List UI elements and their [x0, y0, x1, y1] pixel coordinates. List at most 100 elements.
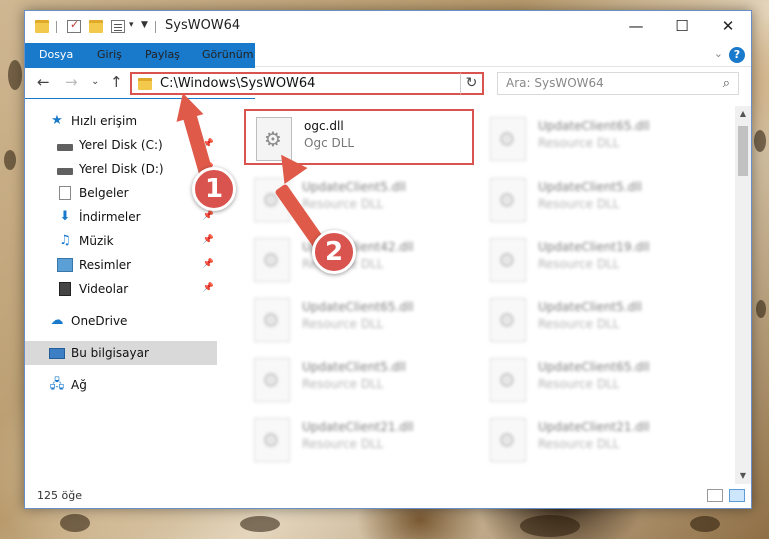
address-bar[interactable]: C:\Windows\SysWOW64 ⌄ [130, 72, 480, 95]
dll-file-icon [490, 298, 526, 342]
cloud-icon: ☁ [50, 313, 64, 328]
file-item[interactable]: UpdateClient5.dll Resource DLL [480, 292, 710, 348]
vertical-scrollbar[interactable]: ▲ ▼ [735, 106, 751, 484]
back-arrow-icon[interactable]: ← [37, 73, 50, 91]
dll-file-icon [254, 418, 290, 462]
file-item[interactable]: UpdateClient21.dll Resource DLL [480, 412, 710, 468]
file-name: ogc.dll [304, 119, 344, 133]
drive-icon [57, 168, 73, 175]
file-item[interactable]: UpdateClient65.dll Resource DLL [244, 292, 474, 348]
maximize-button[interactable]: ☐ [659, 11, 705, 41]
search-icon[interactable]: ⌕ [723, 76, 730, 91]
dll-file-icon [490, 117, 526, 161]
sidebar-item-pictures[interactable]: Resimler 📌 [25, 253, 217, 277]
file-name: UpdateClient65.dll [538, 360, 650, 374]
sidebar-item-label: Müzik [79, 234, 114, 248]
separator [155, 21, 156, 33]
dll-file-icon [254, 358, 290, 402]
large-icons-view-icon[interactable] [729, 489, 745, 502]
navigation-pane: ★ Hızlı erişim Yerel Disk (C:) 📌 Yerel D… [25, 106, 217, 484]
scroll-down-icon[interactable]: ▼ [735, 468, 751, 484]
minimize-button[interactable]: — [613, 11, 659, 41]
expand-ribbon-icon[interactable]: ⌄ [714, 47, 723, 60]
explorer-window: ▾ ▼ SysWOW64 — ☐ ✕ Dosya Giriş Paylaş Gö… [24, 10, 752, 509]
annotation-badge-1: 1 [192, 167, 236, 211]
downloads-icon: ⬇ [59, 209, 71, 224]
file-name: UpdateClient21.dll [538, 420, 650, 434]
pin-icon[interactable]: 📌 [203, 283, 214, 293]
file-item[interactable]: UpdateClient65.dll Resource DLL [480, 111, 710, 167]
sidebar-item-documents[interactable]: Belgeler 📌 [25, 181, 217, 205]
tab-view[interactable]: Görünüm [190, 43, 265, 67]
sidebar-item-music[interactable]: ♫ Müzik 📌 [25, 229, 217, 253]
sidebar-item-this-pc[interactable]: Bu bilgisayar [25, 341, 217, 365]
pin-icon[interactable]: 📌 [203, 211, 214, 221]
sidebar-item-network[interactable]: 🖧 Ağ [25, 373, 217, 397]
file-item[interactable]: UpdateClient21.dll Resource DLL [244, 412, 474, 468]
file-item[interactable]: UpdateClient5.dll Resource DLL [244, 352, 474, 408]
customize-toolbar-icon[interactable]: ▼ [141, 20, 148, 30]
sidebar-item-local-disk-d[interactable]: Yerel Disk (D:) 📌 [25, 157, 217, 181]
file-type: Resource DLL [302, 317, 384, 331]
file-type: Resource DLL [538, 377, 620, 391]
file-item[interactable]: UpdateClient19.dll Resource DLL [480, 232, 710, 288]
folder-icon [35, 20, 49, 33]
file-name: UpdateClient5.dll [302, 360, 406, 374]
address-path[interactable]: C:\Windows\SysWOW64 [160, 76, 315, 91]
tab-share[interactable]: Paylaş [133, 43, 192, 67]
file-name: UpdateClient65.dll [538, 119, 650, 133]
sidebar-item-label: Hızlı erişim [71, 114, 138, 128]
file-type: Resource DLL [302, 377, 384, 391]
file-item[interactable]: UpdateClient5.dll Resource DLL [480, 172, 710, 228]
sidebar-item-videos[interactable]: Videolar 📌 [25, 277, 217, 301]
window-title: SysWOW64 [165, 18, 241, 33]
forward-arrow-icon[interactable]: → [65, 73, 78, 91]
recent-locations-icon[interactable]: ⌄ [91, 76, 99, 87]
status-bar: 125 öğe [25, 484, 751, 508]
properties-check-icon[interactable] [67, 18, 81, 33]
music-icon: ♫ [59, 233, 71, 248]
file-type: Resource DLL [538, 437, 620, 451]
file-type: Resource DLL [302, 197, 384, 211]
chevron-down-icon[interactable]: ▾ [129, 20, 134, 30]
dll-file-icon [254, 298, 290, 342]
sidebar-item-label: OneDrive [71, 314, 128, 328]
sidebar-item-label: Videolar [79, 282, 129, 296]
sidebar-item-label: Bu bilgisayar [71, 346, 149, 360]
search-input[interactable]: Ara: SysWOW64 ⌕ [497, 72, 739, 95]
file-type: Resource DLL [538, 136, 620, 150]
new-folder-icon[interactable] [89, 20, 103, 33]
pin-icon[interactable]: 📌 [203, 235, 214, 245]
tab-home[interactable]: Giriş [85, 43, 134, 67]
scrollbar-thumb[interactable] [738, 126, 748, 176]
scroll-up-icon[interactable]: ▲ [735, 106, 751, 122]
ribbon-tabs: Dosya Giriş Paylaş Görünüm ⌄ ? [25, 43, 751, 99]
star-icon: ★ [51, 113, 63, 128]
dll-file-icon [490, 358, 526, 402]
file-name: UpdateClient5.dll [538, 180, 642, 194]
videos-icon [59, 282, 71, 296]
file-name: UpdateClient5.dll [538, 300, 642, 314]
file-name: UpdateClient21.dll [302, 420, 414, 434]
drive-icon [57, 144, 73, 151]
sidebar-item-onedrive[interactable]: ☁ OneDrive [25, 309, 217, 333]
file-type: Resource DLL [538, 317, 620, 331]
file-type: Ogc DLL [304, 136, 355, 150]
file-item[interactable]: UpdateClient5.dll Resource DLL [244, 172, 474, 228]
details-view-icon[interactable] [707, 489, 723, 502]
file-name: UpdateClient65.dll [302, 300, 414, 314]
refresh-icon[interactable]: ↻ [460, 72, 484, 95]
dll-file-icon [490, 178, 526, 222]
file-item[interactable]: UpdateClient65.dll Resource DLL [480, 352, 710, 408]
title-bar: ▾ ▼ SysWOW64 — ☐ ✕ [25, 11, 751, 43]
help-button[interactable]: ? [729, 47, 745, 63]
pin-icon[interactable]: 📌 [203, 259, 214, 269]
dll-file-icon [254, 238, 290, 282]
search-placeholder: Ara: SysWOW64 [506, 76, 604, 90]
file-item[interactable]: UpdateClient42.dll Resource DLL [244, 232, 474, 288]
file-type: Resource DLL [302, 437, 384, 451]
close-button[interactable]: ✕ [705, 11, 751, 41]
quick-access-properties-icon[interactable] [111, 20, 125, 33]
up-arrow-icon[interactable]: ↑ [110, 73, 123, 91]
sidebar-item-downloads[interactable]: ⬇ İndirmeler 📌 [25, 205, 217, 229]
